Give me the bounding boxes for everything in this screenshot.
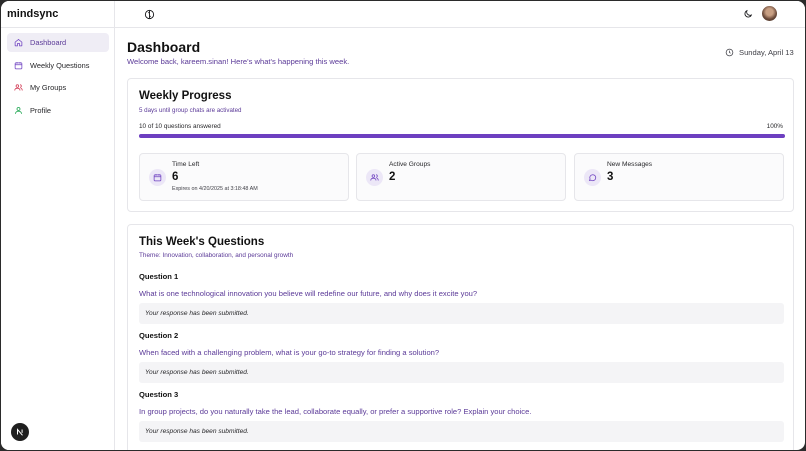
progress-bar-fill: [139, 134, 785, 138]
stat-icon-wrap: [366, 169, 383, 186]
stat-label: Active Groups: [389, 161, 431, 168]
sidebar-item-label: Dashboard: [30, 38, 67, 47]
stat-value: 6: [172, 171, 179, 183]
questions-theme: Theme: Innovation, collaboration, and pe…: [139, 252, 294, 259]
question-title: Question 1: [139, 272, 179, 281]
sidebar-nav: Dashboard Weekly Questions My Groups Pro…: [7, 33, 109, 124]
progress-percent: 100%: [766, 123, 783, 130]
question-title: Question 3: [139, 390, 179, 399]
question-item: Question 1 What is one technological inn…: [139, 272, 784, 324]
stat-note: Expires on 4/20/2025 at 3:18:48 AM: [172, 186, 258, 192]
users-icon: [370, 174, 379, 181]
user-avatar[interactable]: [762, 6, 777, 21]
users-icon: [14, 84, 23, 91]
stat-value: 3: [607, 171, 614, 183]
stat-label: Time Left: [172, 161, 200, 168]
message-icon: [588, 174, 597, 182]
dev-tools-button[interactable]: [11, 423, 29, 441]
app-brand[interactable]: mindsync: [7, 8, 58, 20]
sidebar: mindsync Dashboard Weekly Questions My G…: [1, 1, 115, 450]
question-item: Question 2 When faced with a challenging…: [139, 331, 784, 383]
sidebar-item-my-groups[interactable]: My Groups: [7, 78, 109, 97]
page-subtitle: Welcome back, kareem.sinan! Here's what'…: [127, 57, 350, 66]
sidebar-item-label: My Groups: [30, 83, 67, 93]
stat-value: 2: [389, 171, 396, 183]
response-status: Your response has been submitted.: [139, 420, 784, 442]
main-content: Dashboard Welcome back, kareem.sinan! He…: [115, 28, 805, 450]
stat-label: New Messages: [607, 161, 653, 168]
response-status: Your response has been submitted.: [139, 361, 784, 383]
next-logo-icon: [17, 428, 23, 436]
app-window: mindsync Dashboard Weekly Questions My G…: [1, 1, 805, 450]
date-text: Sunday, April 13: [739, 48, 794, 57]
topbar: [115, 1, 805, 28]
answered-count: 10 of 10 questions answered: [139, 123, 221, 130]
sidebar-item-weekly-questions[interactable]: Weekly Questions: [7, 56, 109, 75]
stat-new-messages: New Messages 3: [574, 153, 784, 201]
weekly-questions-card: This Week's Questions Theme: Innovation,…: [127, 224, 794, 450]
progress-subtitle: 5 days until group chats are activated: [139, 107, 242, 114]
question-text: When faced with a challenging problem, w…: [139, 347, 440, 357]
current-date: Sunday, April 13: [725, 48, 794, 57]
clock-icon: [725, 48, 734, 57]
question-text: What is one technological innovation you…: [139, 288, 478, 298]
sidebar-divider: [1, 27, 115, 28]
calendar-icon: [14, 61, 23, 69]
question-item: Question 3 In group projects, do you nat…: [139, 390, 784, 442]
home-icon: [14, 39, 23, 47]
page-title: Dashboard: [127, 39, 201, 55]
progress-title: Weekly Progress: [139, 90, 232, 102]
sidebar-item-dashboard[interactable]: Dashboard: [7, 33, 109, 52]
calendar-icon: [153, 174, 162, 182]
sidebar-item-label: Weekly Questions: [30, 60, 90, 70]
response-status: Your response has been submitted.: [139, 302, 784, 324]
question-title: Question 2: [139, 331, 179, 340]
user-icon: [15, 107, 22, 114]
moon-icon[interactable]: [743, 9, 753, 19]
question-text: In group projects, do you naturally take…: [139, 406, 532, 416]
weekly-progress-card: Weekly Progress 5 days until group chats…: [127, 78, 794, 212]
questions-title: This Week's Questions: [139, 236, 265, 248]
sidebar-item-profile[interactable]: Profile: [7, 101, 109, 120]
stat-icon-wrap: [584, 169, 601, 186]
progress-bar: [139, 134, 785, 138]
stat-icon-wrap: [149, 169, 166, 186]
app-logo-icon[interactable]: [144, 9, 155, 20]
sidebar-item-label: Profile: [30, 106, 51, 116]
stat-time-left: Time Left 6 Expires on 4/20/2025 at 3:18…: [139, 153, 349, 201]
stat-active-groups: Active Groups 2: [356, 153, 566, 201]
